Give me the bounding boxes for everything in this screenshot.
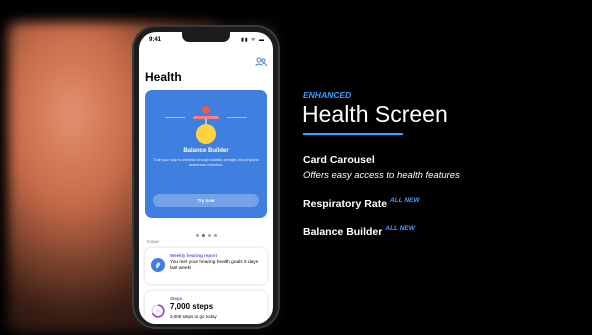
status-icons: ▮▮ ᯤ ▬ [241,37,265,43]
balance-figure-icon [165,106,247,144]
screen-title: Health [145,70,182,84]
feature-card-carousel-subtitle: Offers easy access to health features [303,170,460,181]
slide: 9:41 ▮▮ ᯤ ▬ Health Balance Builder Train… [0,0,592,335]
status-time: 9:41 [149,37,162,43]
steps-ring-icon: ⚐ [151,304,165,318]
hearing-report-item[interactable]: Weekly hearing report You met your heari… [145,248,267,284]
carousel-dot[interactable] [195,234,199,237]
phone-frame: 9:41 ▮▮ ᯤ ▬ Health Balance Builder Train… [134,27,278,327]
svg-text:⚐: ⚐ [156,309,160,315]
hearing-report-body: You met your hearing health goals 5 days… [170,260,259,271]
eyebrow-enhanced: ENHANCED [303,90,352,100]
steps-item[interactable]: ⚐ Steps 7,000 steps 3,000 steps to go to… [145,291,267,324]
phone-notch [182,32,230,42]
balance-builder-card[interactable]: Balance Builder Train your way to wellne… [145,90,267,218]
all-new-badge: ALL NEW [390,197,420,204]
section-label-today: TODAY [146,239,160,244]
feature-balance-builder: Balance Builder ALL NEW [303,225,415,238]
carousel-dot-active[interactable] [201,234,205,237]
steps-count: 7,000 steps [170,302,214,311]
try-now-button[interactable]: Try now [153,194,259,207]
card-description: Train your way to wellness through stabi… [153,158,259,167]
carousel-dot[interactable] [207,234,211,237]
feature-balance-builder-title: Balance Builder [303,226,383,238]
steps-remaining: 3,000 steps to go today [170,314,217,319]
heading-underline [303,133,403,135]
feature-card-carousel-title: Card Carousel [303,154,375,166]
ear-icon [151,258,165,272]
steps-heading: Steps [170,296,183,301]
carousel-dot[interactable] [213,234,217,237]
feature-respiratory-rate: Respiratory Rate ALL NEW [303,197,420,210]
people-icon[interactable] [255,54,267,67]
card-title: Balance Builder [183,148,229,154]
phone-screen: 9:41 ▮▮ ᯤ ▬ Health Balance Builder Train… [139,32,273,324]
all-new-badge: ALL NEW [385,225,415,232]
feature-respiratory-rate-title: Respiratory Rate [303,198,388,210]
hearing-report-heading: Weekly hearing report [170,253,218,258]
slide-heading: Health Screen [302,101,448,127]
